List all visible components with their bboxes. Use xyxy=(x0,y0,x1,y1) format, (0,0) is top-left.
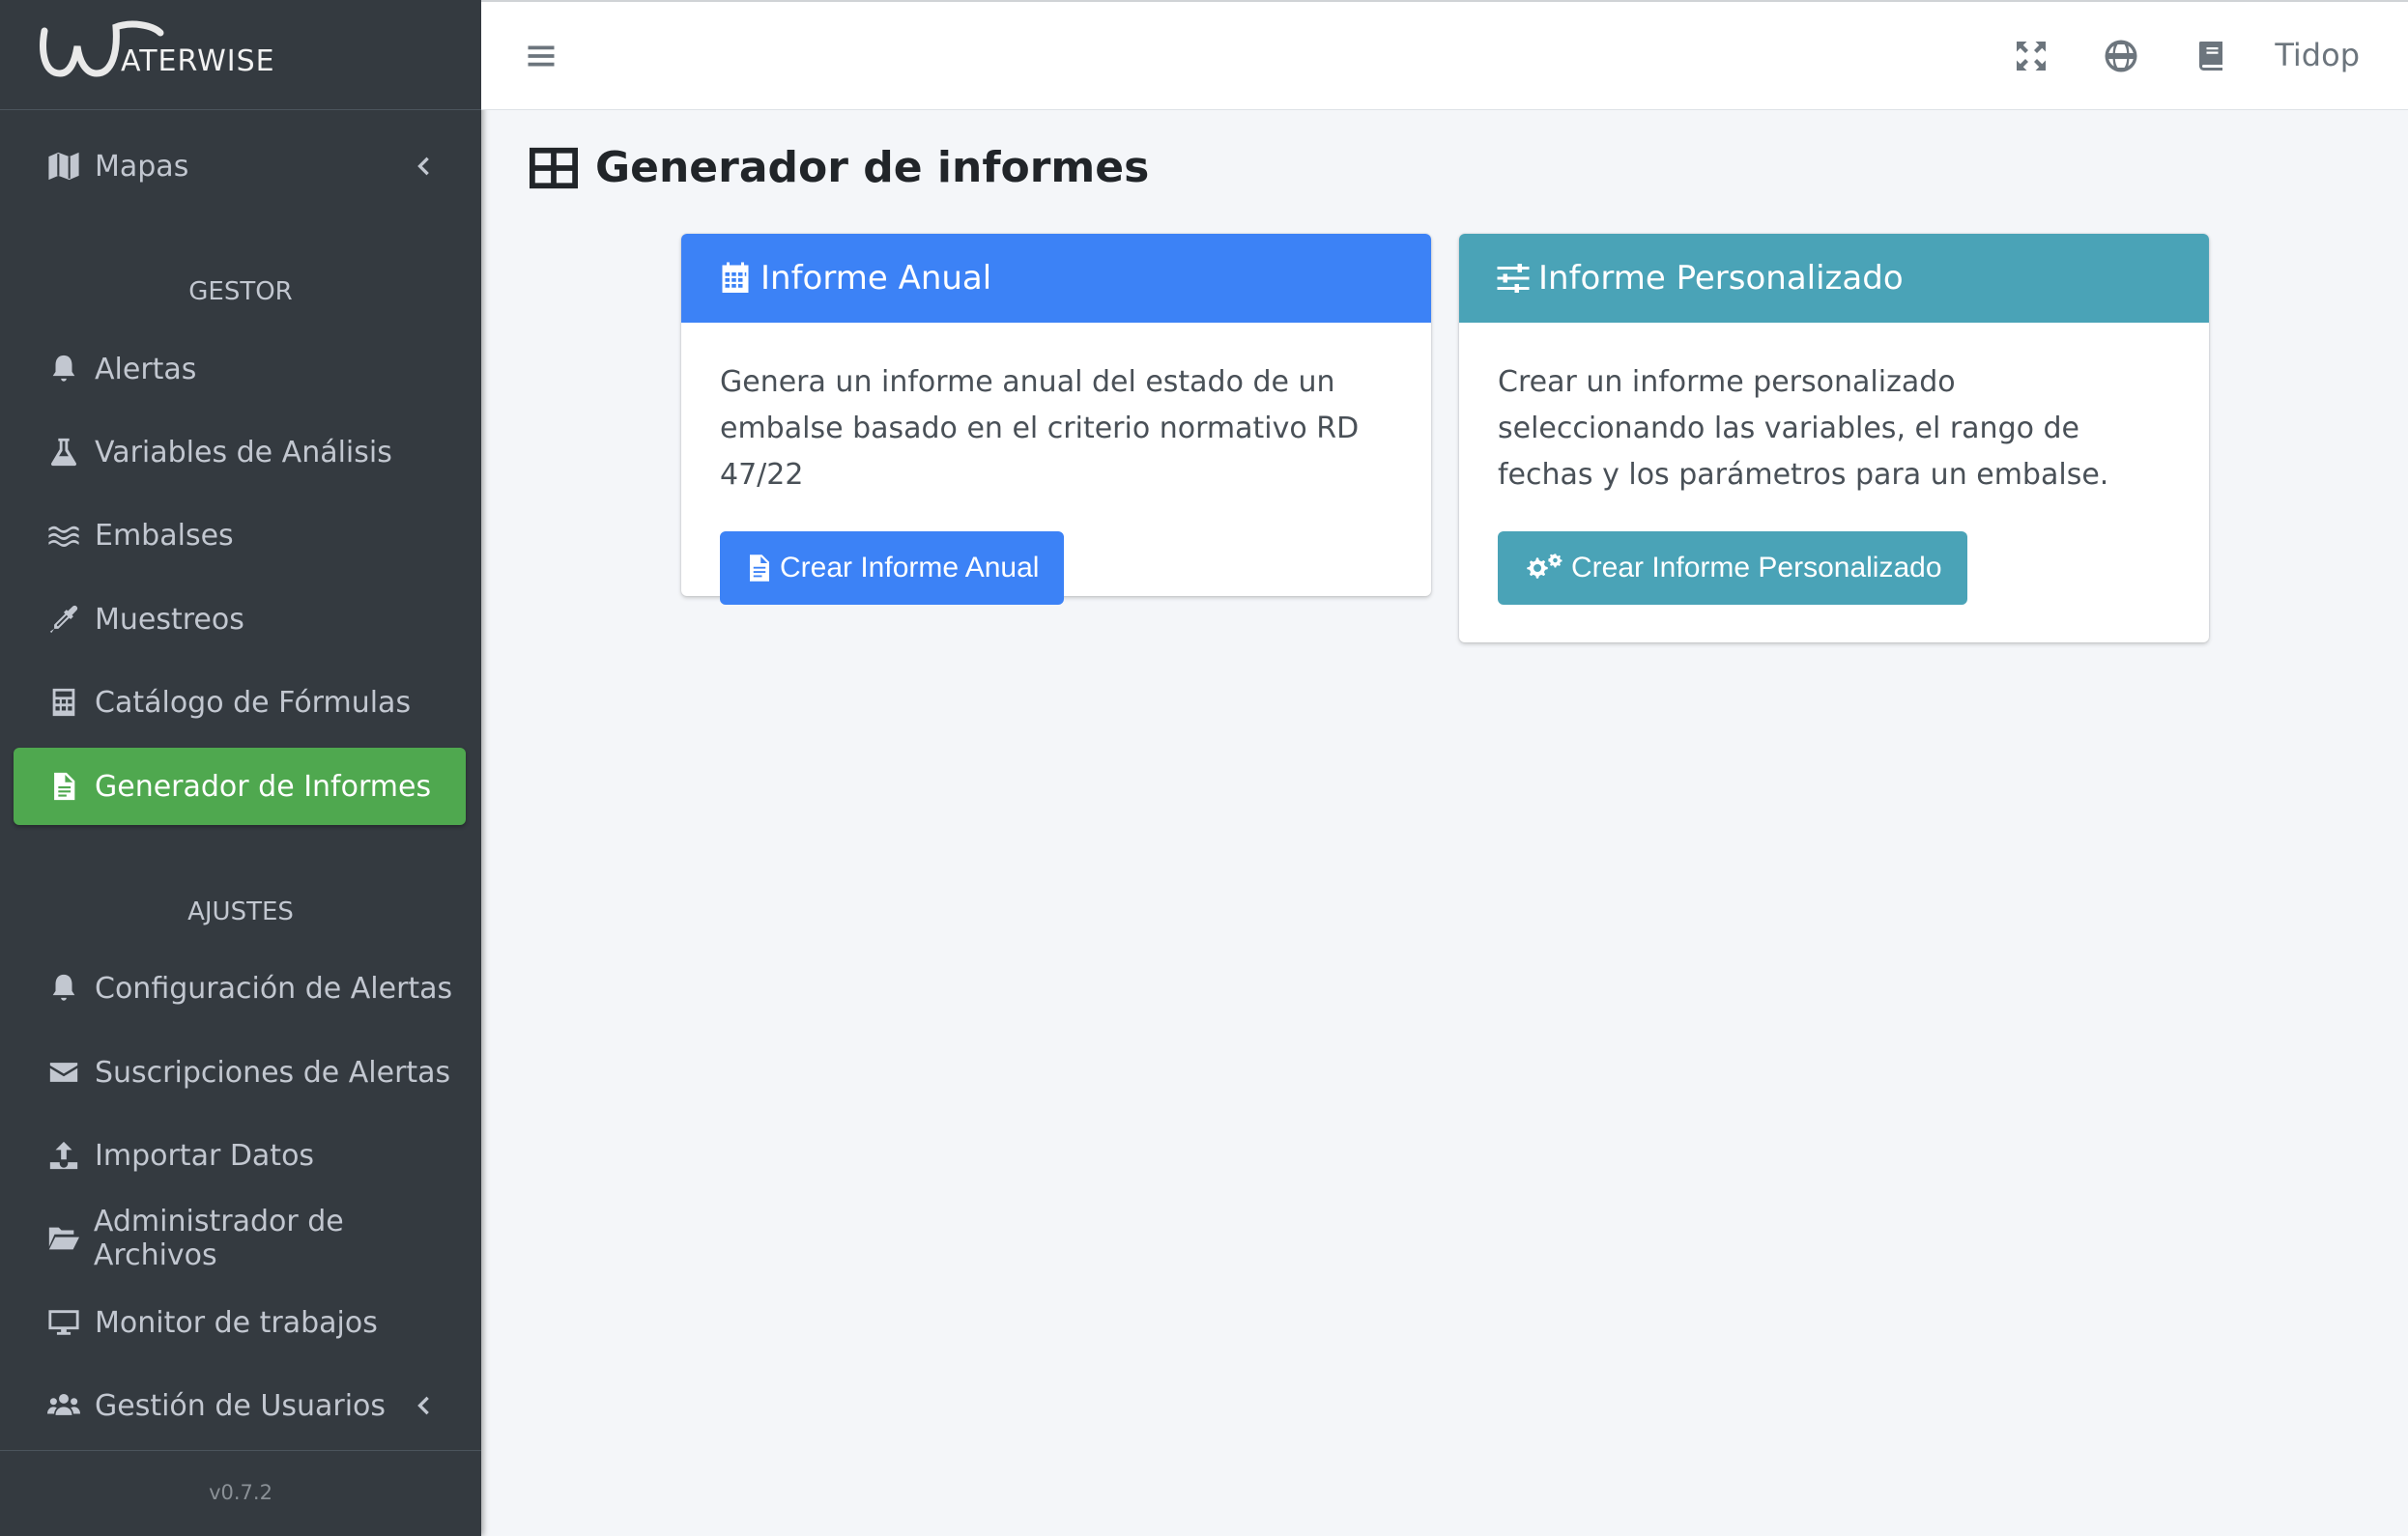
top-navbar: Tidop xyxy=(481,0,2408,110)
sidebar-item-label: Configuración de Alertas xyxy=(95,971,453,1006)
sidebar-item-suscripciones[interactable]: Suscripciones de Alertas xyxy=(14,1034,466,1111)
create-annual-report-button[interactable]: Crear Informe Anual xyxy=(720,531,1065,605)
sidebar-item-label: Monitor de trabajos xyxy=(95,1305,378,1340)
card-header: Informe Personalizado xyxy=(1459,234,2209,323)
sidebar-item-archivos[interactable]: Administrador de Archivos xyxy=(14,1200,466,1277)
card-title: Informe Anual xyxy=(760,259,992,298)
calculator-icon xyxy=(44,686,83,719)
user-menu[interactable]: Tidop xyxy=(2275,37,2360,73)
card-title: Informe Personalizado xyxy=(1538,259,1904,298)
page-title-text: Generador de informes xyxy=(595,143,1150,192)
sidebar-item-label: Importar Datos xyxy=(95,1138,315,1173)
sidebar-item-embalses[interactable]: Embalses xyxy=(14,497,466,574)
create-custom-report-button[interactable]: Crear Informe Personalizado xyxy=(1498,531,1967,605)
hamburger-icon[interactable] xyxy=(524,39,559,73)
water-icon xyxy=(44,519,83,552)
sidebar-item-mapas[interactable]: Mapas xyxy=(14,128,466,205)
sidebar-item-config-alertas[interactable]: Configuración de Alertas xyxy=(14,950,466,1027)
sidebar-item-label: Generador de Informes xyxy=(95,769,432,804)
folder-open-icon xyxy=(44,1222,82,1255)
users-icon xyxy=(44,1389,83,1422)
expand-icon[interactable] xyxy=(2014,39,2049,73)
sliders-icon xyxy=(1496,261,1531,296)
sidebar-item-generador-informes[interactable]: Generador de Informes xyxy=(14,748,466,825)
flask-icon xyxy=(44,436,83,469)
sidebar-item-importar[interactable]: Importar Datos xyxy=(14,1117,466,1194)
envelope-icon xyxy=(44,1056,83,1089)
book-icon[interactable] xyxy=(2193,39,2228,73)
nav-header-gestor: GESTOR xyxy=(188,277,293,306)
sidebar-item-muestreos[interactable]: Muestreos xyxy=(14,581,466,658)
card-informe-personalizado: Informe Personalizado Crear un informe p… xyxy=(1459,234,2209,642)
sidebar-item-label: Catálogo de Fórmulas xyxy=(95,685,412,720)
upload-icon xyxy=(44,1139,83,1172)
version-label: v0.7.2 xyxy=(0,1450,481,1536)
card-header: Informe Anual xyxy=(681,234,1431,323)
page-title: Generador de informes xyxy=(530,143,1149,192)
button-label: Crear Informe Personalizado xyxy=(1571,552,1942,583)
sidebar-item-label: Embalses xyxy=(95,518,234,553)
card-description: Crear un informe personalizado seleccion… xyxy=(1498,365,2109,492)
sidebar-item-label: Suscripciones de Alertas xyxy=(95,1055,451,1090)
card-informe-anual: Informe Anual Genera un informe anual de… xyxy=(681,234,1431,605)
desktop-icon xyxy=(44,1306,83,1339)
sidebar-item-label: Administrador de Archivos xyxy=(93,1205,344,1272)
sidebar-item-monitor[interactable]: Monitor de trabajos xyxy=(14,1284,466,1361)
sidebar-item-label: Muestreos xyxy=(95,602,244,637)
eyedropper-icon xyxy=(44,603,83,636)
sidebar-item-catalogo[interactable]: Catálogo de Fórmulas xyxy=(14,664,466,741)
chevron-left-icon xyxy=(410,151,437,182)
sidebar-item-label: Mapas xyxy=(95,149,189,184)
table-icon xyxy=(530,147,578,189)
sidebar-item-label: Alertas xyxy=(95,352,197,386)
bell-icon xyxy=(44,972,83,1005)
sidebar-item-variables[interactable]: Variables de Análisis xyxy=(14,413,466,491)
card-description: Genera un informe anual del estado de un… xyxy=(720,365,1360,492)
nav-header-ajustes: AJUSTES xyxy=(187,897,294,926)
cogs-icon xyxy=(1523,553,1565,583)
brand-text: ATERWISE xyxy=(121,44,275,78)
chevron-left-icon xyxy=(410,1390,437,1421)
button-label: Crear Informe Anual xyxy=(780,552,1040,583)
brand[interactable]: ATERWISE xyxy=(0,0,481,110)
globe-icon[interactable] xyxy=(2104,39,2138,73)
file-text-icon xyxy=(745,553,774,583)
sidebar-item-alertas[interactable]: Alertas xyxy=(14,330,466,408)
bell-icon xyxy=(44,353,83,385)
sidebar-item-usuarios[interactable]: Gestión de Usuarios xyxy=(14,1367,466,1444)
sidebar-item-label: Variables de Análisis xyxy=(95,435,392,469)
calendar-icon xyxy=(718,261,753,296)
map-icon xyxy=(44,150,83,183)
file-icon xyxy=(44,770,83,803)
sidebar: ATERWISE Mapas GESTOR Alertas Variables … xyxy=(0,0,481,1536)
sidebar-item-label: Gestión de Usuarios xyxy=(95,1388,387,1423)
